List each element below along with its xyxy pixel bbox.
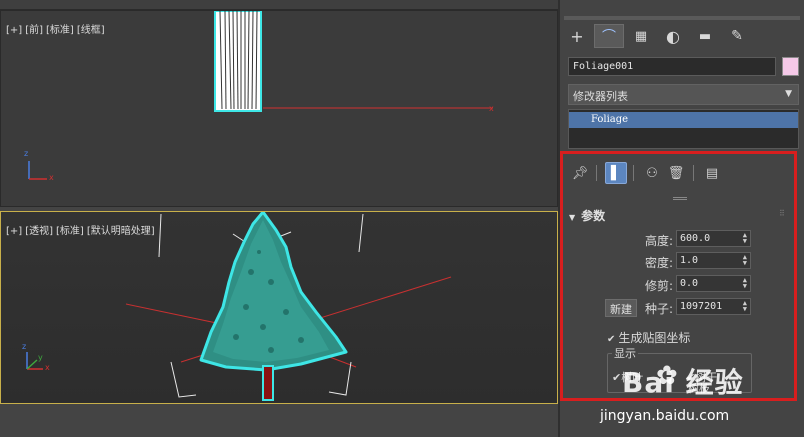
height-value: 600.0 (680, 233, 711, 244)
tree-trunk (262, 365, 274, 401)
height-label: 高度: (644, 234, 673, 248)
density-label: 密度: (644, 256, 673, 270)
stack-item-foliage[interactable]: Foliage (569, 112, 798, 128)
motion-icon[interactable]: ◐ (658, 24, 688, 48)
object-name-field[interactable]: Foliage001 (568, 57, 776, 76)
perspective-axis-z-label: z (22, 342, 27, 351)
toolbar-divider (633, 165, 634, 181)
configure-icon[interactable]: ▤ (701, 162, 723, 184)
tree-foliage (199, 212, 348, 372)
chevron-down-icon: ▼ (785, 89, 792, 99)
perspective-viewport-canvas (26, 212, 452, 401)
svg-text:x: x (489, 104, 494, 113)
trash-icon[interactable]: 🗑︎ (665, 162, 687, 184)
perspective-viewport[interactable]: [+] [透视] [标准] [默认明暗处理] z y x (0, 211, 558, 404)
height-param: 高度: 600.0 ▲ ▼ (563, 230, 793, 248)
checkmark-icon: ✔ (607, 334, 616, 345)
seed-value: 1097201 (680, 301, 723, 312)
display-group: 显示 ✔树叶 ✔树干 树枝 (607, 345, 752, 396)
front-viewport[interactable]: x [+] [前] [标准] [线框] z x (0, 10, 558, 207)
hierarchy-icon[interactable]: ▦ (626, 24, 656, 48)
front-axis-x-label: x (49, 173, 54, 182)
front-viewport-canvas: x (28, 11, 494, 180)
rollout-grip-icon: ⠿ (779, 209, 785, 218)
display-leaves-checkbox[interactable]: ✔树叶 (612, 369, 643, 385)
modifier-list-dropdown[interactable]: 修改器列表 ▼ (568, 84, 799, 105)
spinner-arrows-icon[interactable]: ▲ ▼ (743, 277, 747, 290)
plus-icon[interactable]: + (562, 24, 592, 48)
prune-spinner[interactable]: 0.0 ▲ ▼ (676, 275, 751, 292)
rollout-title: 参数 (581, 209, 606, 223)
pin-icon[interactable]: 📌︎ (569, 162, 591, 184)
object-color-swatch[interactable] (782, 57, 799, 76)
rollout-collapse-icon: ▼ (569, 213, 576, 222)
front-axis-gizmo (28, 161, 47, 180)
panel-grip-handle[interactable] (673, 197, 687, 200)
front-axis-z-label: z (24, 149, 29, 158)
display-group-title: 显示 (612, 345, 638, 361)
spinner-arrows-icon[interactable]: ▲ ▼ (743, 300, 747, 313)
show-end-result-icon[interactable]: ▌ (605, 162, 627, 184)
seed-spinner[interactable]: 1097201 ▲ ▼ (676, 298, 751, 315)
modifier-stack[interactable]: Foliage (568, 109, 799, 149)
display-icon[interactable]: ▬ (690, 24, 720, 48)
density-value: 1.0 (680, 255, 699, 266)
parameters-rollout-header[interactable]: ▼ 参数 (569, 207, 605, 224)
perspective-axis-x-label: x (45, 363, 50, 372)
utilities-icon[interactable]: ✎ (722, 24, 752, 48)
panel-title-strip (564, 16, 800, 20)
prune-value: 0.0 (680, 278, 699, 289)
density-spinner[interactable]: 1.0 ▲ ▼ (676, 252, 751, 269)
prune-param: 修剪: 0.0 ▲ ▼ (563, 275, 793, 293)
toolbar-divider (693, 165, 694, 181)
gen-mapping-coords-label: 生成贴图坐标 (618, 331, 691, 345)
tree-trunk-wireframe (214, 11, 262, 112)
highlight-annotation-box: 📌︎ ▌ ⚇ 🗑︎ ▤ ▼ 参数 ⠿ 高度: 600.0 ▲ ▼ 密度: 1.0 ▲ ▼ … (560, 151, 797, 401)
seed-label: 种子: (644, 302, 673, 316)
command-panel-tabs: + ⌒ ▦ ◐ ▬ ✎ (560, 24, 804, 50)
toolbar-divider (596, 165, 597, 181)
gen-mapping-coords-checkbox[interactable]: ✔ 生成贴图坐标 (607, 329, 690, 346)
modifier-stack-toolbar: 📌︎ ▌ ⚇ 🗑︎ ▤ (569, 162, 789, 186)
perspective-viewport-label[interactable]: [+] [透视] [标准] [默认明暗处理] (6, 222, 158, 237)
spinner-arrows-icon[interactable]: ▲ ▼ (743, 232, 747, 245)
make-unique-icon[interactable]: ⚇ (641, 162, 663, 184)
front-viewport-label[interactable]: [+] [前] [标准] [线框] (6, 21, 108, 36)
density-param: 密度: 1.0 ▲ ▼ (563, 252, 793, 270)
seed-param: 种子: 1097201 ▲ ▼ (563, 298, 793, 316)
modifier-list-label: 修改器列表 (573, 90, 628, 103)
perspective-axis-y-label: y (38, 353, 43, 362)
display-branches-checkbox[interactable]: 树枝 (688, 380, 710, 396)
height-spinner[interactable]: 600.0 ▲ ▼ (676, 230, 751, 247)
prune-label: 修剪: (644, 279, 673, 293)
spinner-arrows-icon[interactable]: ▲ ▼ (743, 254, 747, 267)
modify-icon[interactable]: ⌒ (594, 24, 624, 48)
